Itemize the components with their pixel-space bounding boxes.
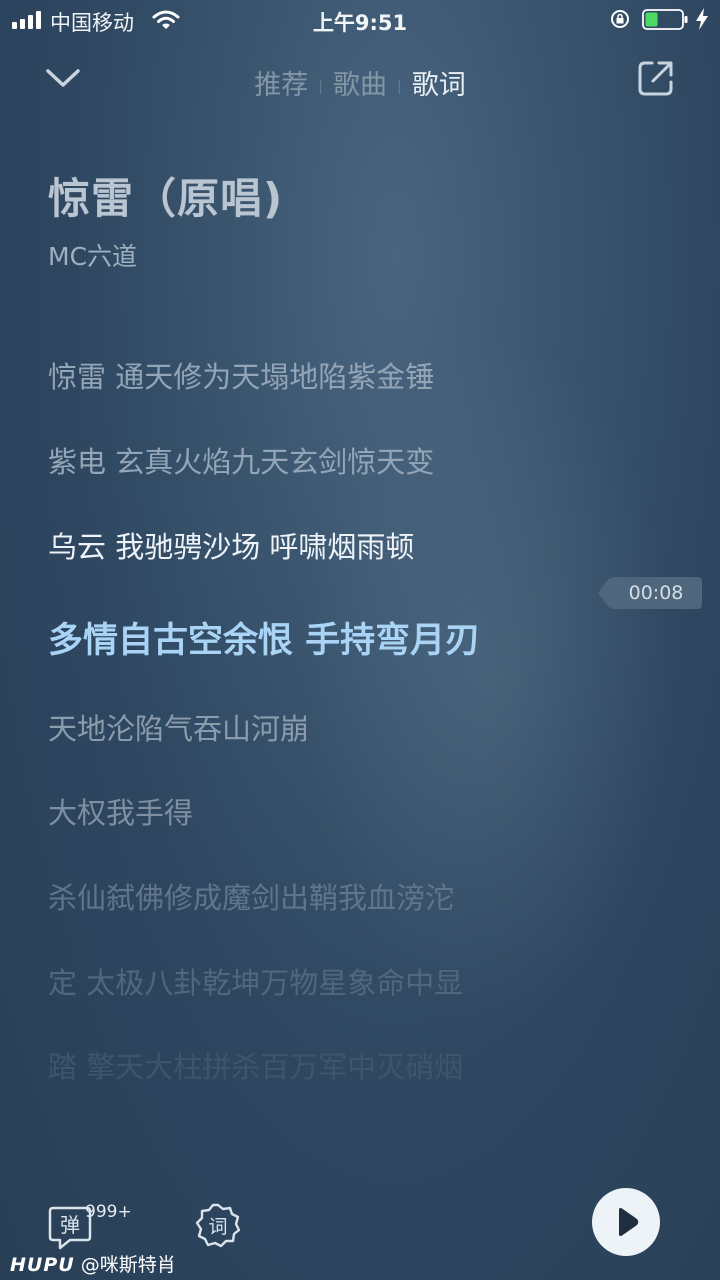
play-icon (619, 1208, 639, 1236)
tab-recommend[interactable]: 推荐 (254, 63, 308, 102)
lyric-label: 词 (208, 1216, 227, 1238)
tab-separator: | (318, 78, 323, 95)
tab-lyrics[interactable]: 歌词 (412, 63, 466, 102)
lyric-line[interactable]: 天地沦陷气吞山河崩 (48, 706, 309, 748)
battery-icon (642, 9, 688, 30)
lyric-line[interactable]: 杀仙弑佛修成魔剑出鞘我血滂沱 (48, 875, 454, 917)
tab-separator: | (397, 78, 402, 95)
play-button[interactable] (592, 1188, 660, 1256)
status-bar: 中国移动 上午9:51 (0, 0, 720, 40)
danmu-count-badge: 999+ (85, 1202, 132, 1222)
lyric-line[interactable]: 踏 擎天大柱拼杀百万军中灭硝烟 (48, 1044, 463, 1086)
artist-name[interactable]: MC六道 (48, 237, 137, 273)
watermark-user: @咪斯特肖 (80, 1254, 176, 1276)
danmu-label: 弹 (60, 1213, 80, 1237)
watermark: HUPU @咪斯特肖 (10, 1250, 176, 1277)
share-icon[interactable] (636, 58, 676, 98)
tab-bar: 推荐 | 歌曲 | 歌词 (0, 63, 720, 102)
lyric-line[interactable]: 大权我手得 (48, 790, 193, 832)
lyric-line[interactable]: 定 太极八卦乾坤万物星象命中显 (48, 960, 463, 1002)
rotation-lock-icon (611, 10, 629, 28)
top-nav: 推荐 | 歌曲 | 歌词 (0, 55, 720, 105)
watermark-brand: HUPU (10, 1254, 75, 1276)
lyric-line[interactable]: 惊雷 通天修为天塌地陷紫金锤 (48, 354, 434, 396)
song-title: 惊雷（原唱) (48, 174, 284, 223)
charging-icon (696, 8, 708, 30)
lyric-line[interactable]: 乌云 我驰骋沙场 呼啸烟雨顿 (48, 524, 414, 566)
timestamp-badge[interactable]: 00:08 (598, 577, 702, 609)
lyric-line-current[interactable]: 多情自古空余恨 手持弯月刃 (48, 612, 480, 663)
lyric-icon[interactable]: 词 (195, 1203, 241, 1249)
tab-songs[interactable]: 歌曲 (333, 63, 387, 102)
lyric-line[interactable]: 紫电 玄真火焰九天玄剑惊天变 (48, 439, 434, 481)
background-glow (300, 330, 680, 1030)
